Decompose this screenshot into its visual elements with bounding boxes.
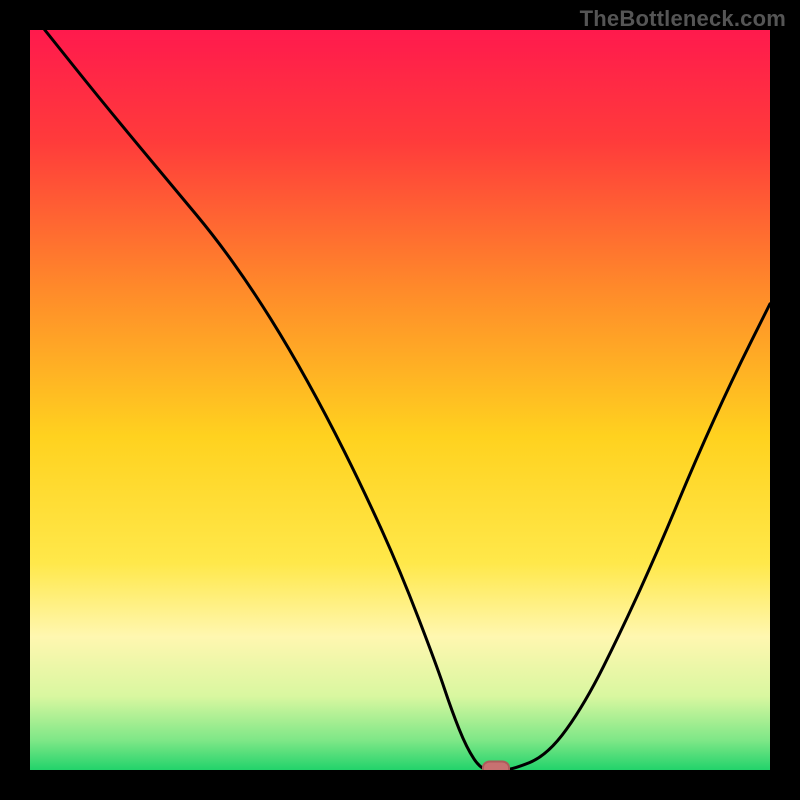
bottleneck-curve [30, 30, 770, 770]
chart-frame: TheBottleneck.com [0, 0, 800, 800]
watermark-text: TheBottleneck.com [580, 6, 786, 32]
plot-area [30, 30, 770, 770]
minimum-marker-icon [482, 761, 510, 771]
